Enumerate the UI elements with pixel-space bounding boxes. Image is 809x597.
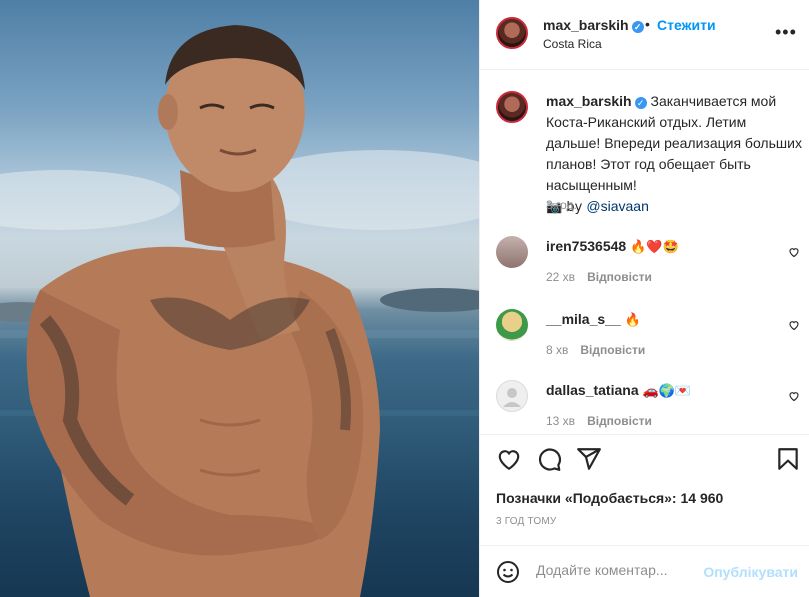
reply-button[interactable]: Відповісти — [587, 414, 652, 428]
post-caption: max_barskih ✓ Заканчивается мой Коста-Рик… — [546, 91, 804, 218]
comment-like-icon[interactable] — [788, 390, 800, 402]
comment-text: iren7536548 🔥❤️🤩 — [546, 238, 679, 255]
commenter-avatar[interactable] — [496, 380, 528, 412]
caption-avatar[interactable] — [496, 91, 528, 123]
verified-badge-icon: ✓ — [634, 97, 647, 109]
verified-badge-icon: ✓ — [631, 21, 644, 33]
commenter-avatar[interactable] — [496, 236, 528, 268]
reply-button[interactable]: Відповісти — [580, 343, 645, 357]
post-photo-illustration — [0, 25, 479, 597]
commenter-username[interactable]: __mila_s__ — [546, 311, 621, 327]
post-side-panel: max_barskih ✓ • Стежити Costa Rica ••• ma… — [479, 0, 809, 597]
share-icon[interactable] — [576, 446, 602, 472]
comment-like-icon[interactable] — [788, 246, 800, 258]
add-comment-bar: Опублікувати — [480, 545, 809, 597]
caption-credit-link[interactable]: @siavaan — [586, 198, 648, 214]
heart-icon[interactable] — [496, 446, 522, 472]
commenter-username[interactable]: dallas_tatiana — [546, 382, 639, 398]
comment-item: __mila_s__ 🔥 8 хв Відповісти — [480, 309, 809, 369]
follow-button[interactable]: Стежити — [657, 17, 716, 33]
publish-button[interactable]: Опублікувати — [703, 564, 798, 580]
comment-input[interactable] — [536, 562, 726, 578]
comment-body: 🔥 — [624, 313, 641, 328]
bookmark-icon[interactable] — [775, 446, 801, 472]
post-location[interactable]: Costa Rica — [543, 37, 602, 51]
emoji-icon[interactable] — [496, 560, 520, 584]
post-header: max_barskih ✓ • Стежити Costa Rica ••• — [480, 0, 809, 70]
commenter-avatar[interactable] — [496, 309, 528, 341]
comment-like-icon[interactable] — [788, 319, 800, 331]
commenter-username[interactable]: iren7536548 — [546, 238, 626, 254]
comment-body: 🚗🌍💌 — [642, 384, 692, 399]
caption-username[interactable]: max_barskih — [546, 93, 632, 109]
comment-time: 22 хв — [546, 270, 576, 284]
post-photo[interactable] — [0, 0, 479, 597]
comment-meta: 8 хв Відповісти — [546, 343, 645, 357]
divider — [480, 434, 809, 435]
default-avatar-icon — [503, 388, 521, 407]
comment-text: dallas_tatiana 🚗🌍💌 — [546, 382, 691, 399]
comment-item: dallas_tatiana 🚗🌍💌 13 хв Відповісти — [480, 380, 809, 440]
author-avatar[interactable] — [496, 17, 528, 49]
comment-body: 🔥❤️🤩 — [630, 240, 679, 255]
author-username-text[interactable]: max_barskih — [543, 17, 629, 33]
posted-time: 3 ГОД ТОМУ — [496, 516, 557, 527]
separator-dot: • — [645, 16, 650, 32]
author-username[interactable]: max_barskih ✓ — [543, 17, 644, 33]
comment-time: 8 хв — [546, 343, 569, 357]
comment-time: 13 хв — [546, 414, 576, 428]
caption-time: 3 год. — [546, 198, 577, 212]
comment-meta: 22 хв Відповісти — [546, 270, 652, 284]
comment-meta: 13 хв Відповісти — [546, 414, 652, 428]
more-options-icon[interactable]: ••• — [775, 22, 797, 43]
comment-item: iren7536548 🔥❤️🤩 22 хв Відповісти — [480, 236, 809, 296]
comment-text: __mila_s__ 🔥 — [546, 311, 641, 328]
post-actions — [480, 446, 809, 476]
likes-count[interactable]: Позначки «Подобається»: 14 960 — [496, 490, 723, 506]
comment-icon[interactable] — [536, 446, 562, 472]
reply-button[interactable]: Відповісти — [587, 270, 652, 284]
